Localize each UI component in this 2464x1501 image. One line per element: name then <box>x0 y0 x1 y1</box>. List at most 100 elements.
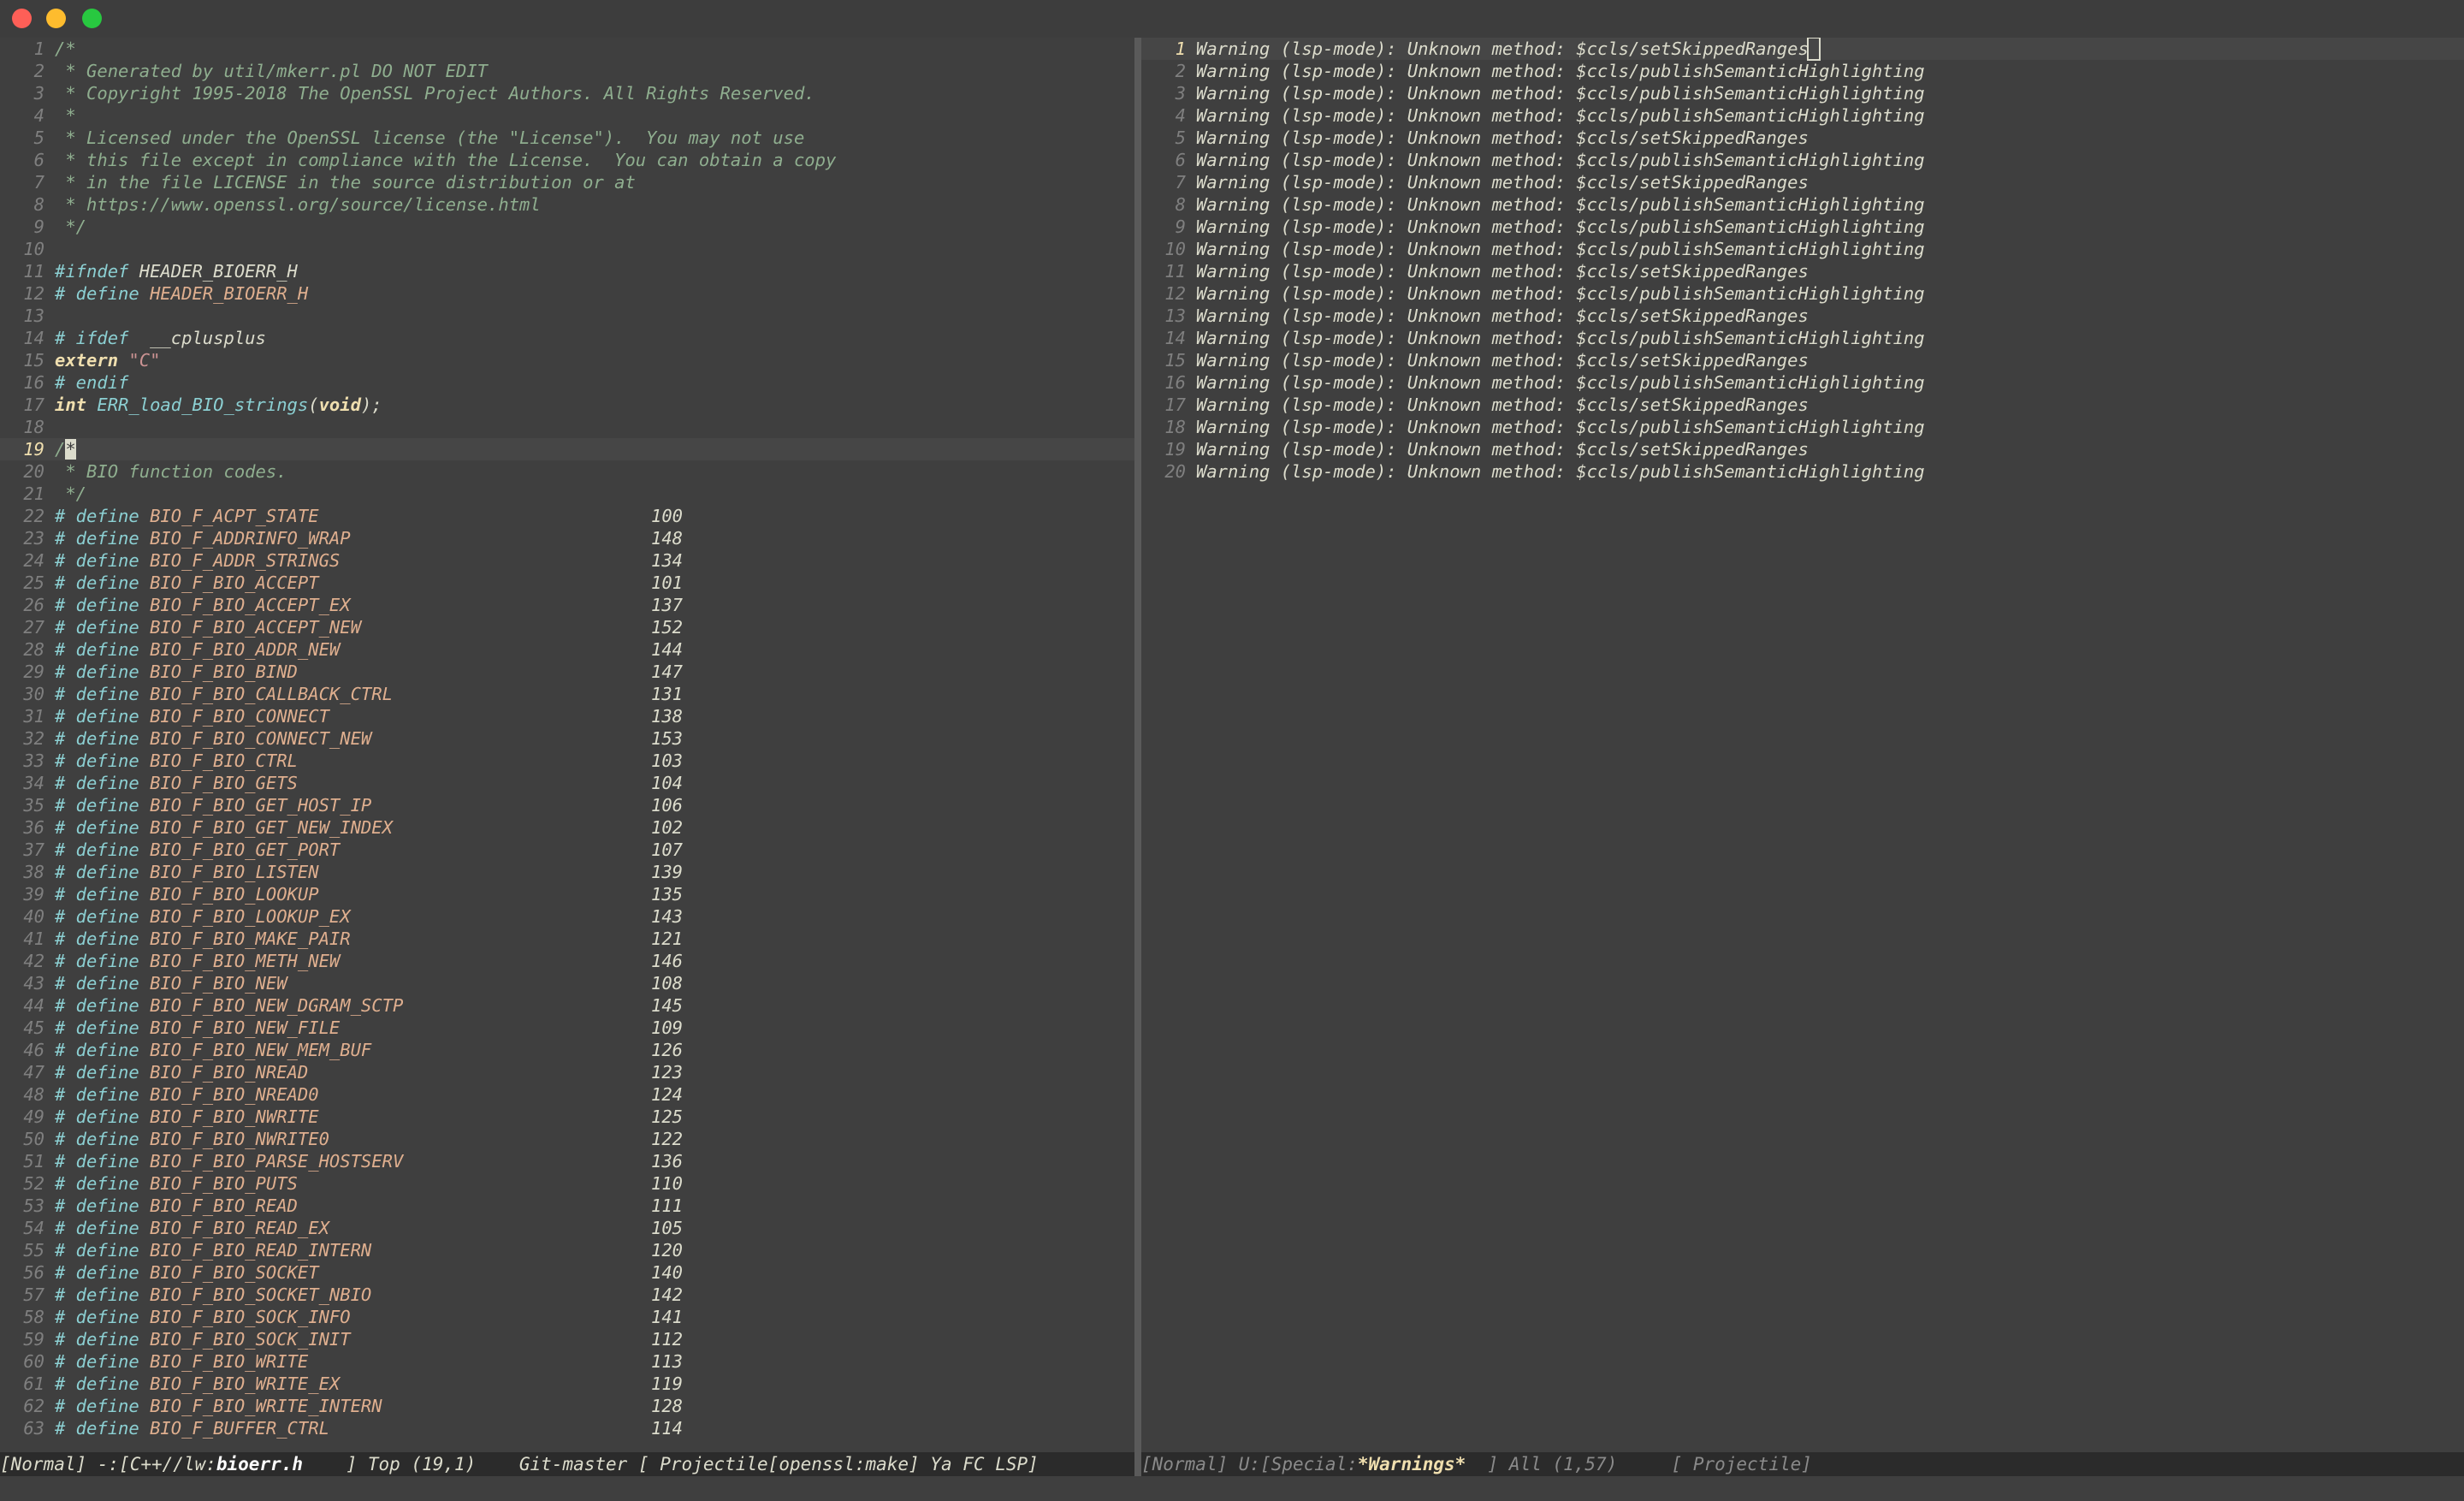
code-text: # define BIO_F_BIO_READ <box>55 1195 298 1216</box>
code-line[interactable]: 37 # define BIO_F_BIO_GET_PORT 107 <box>0 839 1134 861</box>
code-line[interactable]: 8 * https://www.openssl.org/source/licen… <box>0 193 1134 216</box>
warning-line[interactable]: 18 Warning (lsp-mode): Unknown method: $c… <box>1141 416 2464 438</box>
code-token: BIO_F_BIO_GETS <box>150 773 298 793</box>
code-line[interactable]: 15 extern "C" <box>0 349 1134 371</box>
warning-line[interactable]: 11 Warning (lsp-mode): Unknown method: $c… <box>1141 260 2464 282</box>
code-text: # define BIO_F_BIO_LOOKUP <box>55 884 319 905</box>
code-line[interactable]: 56 # define BIO_F_BIO_SOCKET 140 <box>0 1261 1134 1284</box>
code-line[interactable]: 47 # define BIO_F_BIO_NREAD 123 <box>0 1061 1134 1083</box>
code-line[interactable]: 30 # define BIO_F_BIO_CALLBACK_CTRL 131 <box>0 683 1134 705</box>
warning-line[interactable]: 12 Warning (lsp-mode): Unknown method: $c… <box>1141 282 2464 305</box>
code-line[interactable]: 29 # define BIO_F_BIO_BIND 147 <box>0 661 1134 683</box>
code-line[interactable]: 34 # define BIO_F_BIO_GETS 104 <box>0 772 1134 794</box>
code-line[interactable]: 25 # define BIO_F_BIO_ACCEPT 101 <box>0 572 1134 594</box>
warning-line[interactable]: 6 Warning (lsp-mode): Unknown method: $cc… <box>1141 149 2464 171</box>
minimize-window-button[interactable] <box>46 9 66 28</box>
code-line[interactable]: 5 * Licensed under the OpenSSL license (… <box>0 127 1134 149</box>
maximize-window-button[interactable] <box>82 9 102 28</box>
code-line[interactable]: 1 /* <box>0 38 1134 60</box>
code-line[interactable]: 58 # define BIO_F_BIO_SOCK_INFO 141 <box>0 1306 1134 1328</box>
warnings-buffer-pane[interactable]: 1 Warning (lsp-mode): Unknown method: $cc… <box>1141 38 2464 1454</box>
code-text: /* <box>55 439 76 460</box>
code-line[interactable]: 63 # define BIO_F_BUFFER_CTRL 114 <box>0 1417 1134 1439</box>
code-line[interactable]: 62 # define BIO_F_BIO_WRITE_INTERN 128 <box>0 1395 1134 1417</box>
warning-line[interactable]: 17 Warning (lsp-mode): Unknown method: $c… <box>1141 394 2464 416</box>
code-line[interactable]: 24 # define BIO_F_ADDR_STRINGS 134 <box>0 549 1134 572</box>
warning-line[interactable]: 1 Warning (lsp-mode): Unknown method: $cc… <box>1141 38 2464 61</box>
code-token: ( <box>308 395 319 415</box>
warning-line[interactable]: 19 Warning (lsp-mode): Unknown method: $c… <box>1141 438 2464 460</box>
code-line[interactable]: 54 # define BIO_F_BIO_READ_EX 105 <box>0 1217 1134 1239</box>
code-line[interactable]: 43 # define BIO_F_BIO_NEW 108 <box>0 972 1134 994</box>
code-line[interactable]: 18 <box>0 416 1134 438</box>
warning-line[interactable]: 3 Warning (lsp-mode): Unknown method: $cc… <box>1141 82 2464 104</box>
code-line[interactable]: 13 <box>0 305 1134 327</box>
warning-line[interactable]: 8 Warning (lsp-mode): Unknown method: $cc… <box>1141 193 2464 216</box>
warning-line[interactable]: 15 Warning (lsp-mode): Unknown method: $c… <box>1141 349 2464 371</box>
warning-line[interactable]: 7 Warning (lsp-mode): Unknown method: $cc… <box>1141 171 2464 193</box>
code-line[interactable]: 42 # define BIO_F_BIO_METH_NEW 146 <box>0 950 1134 972</box>
code-line[interactable]: 21 */ <box>0 483 1134 505</box>
code-line[interactable]: 61 # define BIO_F_BIO_WRITE_EX 119 <box>0 1373 1134 1395</box>
code-line[interactable]: 53 # define BIO_F_BIO_READ 111 <box>0 1195 1134 1217</box>
code-line[interactable]: 26 # define BIO_F_BIO_ACCEPT_EX 137 <box>0 594 1134 616</box>
code-line[interactable]: 2 * Generated by util/mkerr.pl DO NOT ED… <box>0 60 1134 82</box>
code-line[interactable]: 36 # define BIO_F_BIO_GET_NEW_INDEX 102 <box>0 816 1134 839</box>
code-line[interactable]: 49 # define BIO_F_BIO_NWRITE 125 <box>0 1106 1134 1128</box>
code-line[interactable]: 46 # define BIO_F_BIO_NEW_MEM_BUF 126 <box>0 1039 1134 1061</box>
warning-line[interactable]: 20 Warning (lsp-mode): Unknown method: $c… <box>1141 460 2464 483</box>
code-line[interactable]: 22 # define BIO_F_ACPT_STATE 100 <box>0 505 1134 527</box>
code-line[interactable]: 44 # define BIO_F_BIO_NEW_DGRAM_SCTP 145 <box>0 994 1134 1017</box>
code-line[interactable]: 45 # define BIO_F_BIO_NEW_FILE 109 <box>0 1017 1134 1039</box>
code-line[interactable]: 31 # define BIO_F_BIO_CONNECT 138 <box>0 705 1134 727</box>
code-line[interactable]: 38 # define BIO_F_BIO_LISTEN 139 <box>0 861 1134 883</box>
code-line[interactable]: 59 # define BIO_F_BIO_SOCK_INIT 112 <box>0 1328 1134 1350</box>
close-window-button[interactable] <box>12 9 32 28</box>
code-line[interactable]: 33 # define BIO_F_BIO_CTRL 103 <box>0 750 1134 772</box>
code-line[interactable]: 10 <box>0 238 1134 260</box>
code-line[interactable]: 52 # define BIO_F_BIO_PUTS 110 <box>0 1172 1134 1195</box>
define-value: 128 <box>651 1396 684 1416</box>
code-line[interactable]: 11 #ifndef HEADER_BIOERR_H <box>0 260 1134 282</box>
warning-line[interactable]: 4 Warning (lsp-mode): Unknown method: $cc… <box>1141 104 2464 127</box>
code-line[interactable]: 3 * Copyright 1995-2018 The OpenSSL Proj… <box>0 82 1134 104</box>
code-line[interactable]: 48 # define BIO_F_BIO_NREAD0 124 <box>0 1083 1134 1106</box>
warning-line[interactable]: 5 Warning (lsp-mode): Unknown method: $cc… <box>1141 127 2464 149</box>
code-line[interactable]: 40 # define BIO_F_BIO_LOOKUP_EX 143 <box>0 905 1134 928</box>
code-line[interactable]: 20 * BIO function codes. <box>0 460 1134 483</box>
code-line[interactable]: 57 # define BIO_F_BIO_SOCKET_NBIO 142 <box>0 1284 1134 1306</box>
code-line[interactable]: 60 # define BIO_F_BIO_WRITE 113 <box>0 1350 1134 1373</box>
warning-line[interactable]: 13 Warning (lsp-mode): Unknown method: $c… <box>1141 305 2464 327</box>
code-line[interactable]: 27 # define BIO_F_BIO_ACCEPT_NEW 152 <box>0 616 1134 638</box>
warning-line[interactable]: 16 Warning (lsp-mode): Unknown method: $c… <box>1141 371 2464 394</box>
line-number: 36 <box>23 817 44 838</box>
code-line[interactable]: 14 # ifdef __cplusplus <box>0 327 1134 349</box>
echo-area[interactable] <box>0 1476 2464 1501</box>
code-line[interactable]: 23 # define BIO_F_ADDRINFO_WRAP 148 <box>0 527 1134 549</box>
code-line[interactable]: 35 # define BIO_F_BIO_GET_HOST_IP 106 <box>0 794 1134 816</box>
code-line[interactable]: 28 # define BIO_F_BIO_ADDR_NEW 144 <box>0 638 1134 661</box>
warning-line[interactable]: 9 Warning (lsp-mode): Unknown method: $cc… <box>1141 216 2464 238</box>
code-line[interactable]: 7 * in the file LICENSE in the source di… <box>0 171 1134 193</box>
code-line[interactable]: 50 # define BIO_F_BIO_NWRITE0 122 <box>0 1128 1134 1150</box>
code-line[interactable]: 4 * <box>0 104 1134 127</box>
code-line[interactable]: 17 int ERR_load_BIO_strings(void); <box>0 394 1134 416</box>
code-line[interactable]: 9 */ <box>0 216 1134 238</box>
source-editor-pane[interactable]: 1/* 2 * Generated by util/mkerr.pl DO NOT… <box>0 38 1134 1454</box>
code-line[interactable]: 41 # define BIO_F_BIO_MAKE_PAIR 121 <box>0 928 1134 950</box>
define-value: 126 <box>651 1040 684 1060</box>
code-line[interactable]: 19 /* <box>0 438 1134 460</box>
warning-line[interactable]: 2 Warning (lsp-mode): Unknown method: $cc… <box>1141 60 2464 82</box>
define-value: 131 <box>651 684 684 704</box>
code-line[interactable]: 55 # define BIO_F_BIO_READ_INTERN 120 <box>0 1239 1134 1261</box>
define-value: 136 <box>651 1151 684 1172</box>
code-line[interactable]: 39 # define BIO_F_BIO_LOOKUP 135 <box>0 883 1134 905</box>
code-line[interactable]: 32 # define BIO_F_BIO_CONNECT_NEW 153 <box>0 727 1134 750</box>
code-line[interactable]: 16 # endif <box>0 371 1134 394</box>
warning-line[interactable]: 14 Warning (lsp-mode): Unknown method: $c… <box>1141 327 2464 349</box>
code-line[interactable]: 51 # define BIO_F_BIO_PARSE_HOSTSERV 136 <box>0 1150 1134 1172</box>
code-line[interactable]: 12 # define HEADER_BIOERR_H <box>0 282 1134 305</box>
window-divider[interactable] <box>1134 38 1141 1501</box>
code-line[interactable]: 6 * this file except in compliance with … <box>0 149 1134 171</box>
warning-line[interactable]: 10 Warning (lsp-mode): Unknown method: $c… <box>1141 238 2464 260</box>
